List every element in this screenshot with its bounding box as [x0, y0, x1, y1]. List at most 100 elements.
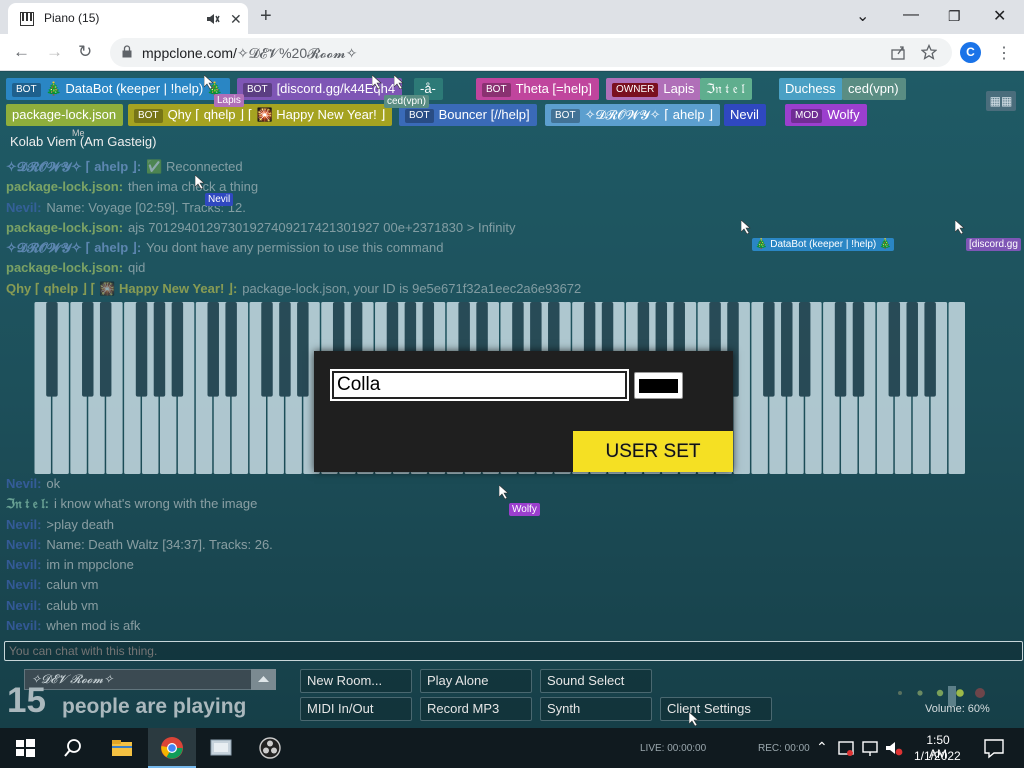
windows-start-icon[interactable] [13, 736, 37, 760]
chevron-up-icon[interactable]: ⌃ [816, 739, 828, 756]
play-alone-button[interactable]: Play Alone [420, 669, 532, 693]
chat-author[interactable]: Nevil: [6, 476, 41, 491]
clock-date[interactable]: 1/1/2022 [914, 749, 961, 763]
chat-author[interactable]: ✧𝓓𝓡𝓞𝓦𝓨✧ ⌈ ahelp ⌋: [6, 240, 141, 255]
chat-author[interactable]: Nevil: [6, 517, 41, 532]
chat-author[interactable]: Nevil: [6, 618, 41, 633]
piano-black-key[interactable] [798, 302, 811, 397]
user-pill[interactable]: BOT 🎄 DataBot (keeper | !help) 🎄 [6, 78, 230, 100]
color-picker[interactable] [634, 372, 683, 399]
tab-close-icon[interactable]: ✕ [230, 11, 242, 28]
back-icon[interactable]: ← [13, 42, 30, 62]
piano-black-key[interactable] [171, 302, 184, 397]
piano-black-key[interactable] [46, 302, 58, 397]
piano-black-key[interactable] [225, 302, 237, 397]
chat-author[interactable]: Nevil: [6, 557, 41, 572]
cursor-label-lapis: Lapis [214, 94, 244, 107]
menu-icon[interactable]: ⋮ [996, 43, 1012, 63]
user-name: Lapis [663, 81, 695, 96]
cursor-label-databot: 🎄 DataBot (keeper | !help) 🎄 [752, 238, 895, 251]
chat-author[interactable]: package-lock.json: [6, 179, 123, 194]
piano-black-key[interactable] [834, 302, 847, 397]
search-icon[interactable] [61, 736, 85, 760]
share-icon[interactable] [890, 44, 906, 60]
chat-author[interactable]: ✧𝓓𝓡𝓞𝓦𝓨✧ ⌈ ahelp ⌋: [6, 159, 141, 174]
user-pill[interactable]: OWNER Lapis [606, 78, 702, 100]
user-set-button[interactable]: USER SET [573, 431, 733, 472]
chat-author[interactable]: ℑ𝔫 𝔱 𝔢 𝔩: [6, 496, 49, 511]
restore-icon[interactable]: ❐ [948, 8, 961, 25]
room-select[interactable]: ✧𝓓𝓔𝓥 𝓡𝓸𝓸𝓶✧ [24, 669, 276, 690]
profile-avatar[interactable]: C [960, 42, 981, 63]
chat-text: ajs 70129401297301927409217421301927 00e… [128, 219, 516, 235]
browser-toolbar: ← → ↻ mppclone.com/✧𝓓𝓔𝓥%20𝓡𝓸𝓸𝓶✧ C ⋮ [0, 34, 1024, 71]
security-icon[interactable] [836, 736, 856, 760]
piano-black-key[interactable] [279, 302, 291, 397]
volume-muted-icon[interactable] [884, 736, 904, 760]
chat-author[interactable]: Nevil: [6, 537, 41, 552]
user-pill[interactable]: BOT Qhy ⌈ qhelp ⌋ ⌈ 🎇 Happy New Year! ⌋ [128, 104, 393, 126]
chat-text: im in mppclone [46, 557, 134, 573]
new-tab-icon[interactable]: + [260, 5, 272, 28]
room-select-arrow[interactable] [251, 669, 276, 690]
lock-icon[interactable] [122, 45, 132, 58]
notification-icon[interactable] [982, 736, 1006, 760]
user-pill[interactable]: ℑ𝔫 𝔱 𝔢 𝔩 [700, 78, 752, 100]
chat-text: >play death [46, 516, 114, 532]
star-icon[interactable] [921, 44, 937, 60]
network-icon[interactable] [860, 736, 880, 760]
piano-black-key[interactable] [135, 302, 148, 397]
sound-select-button[interactable]: Sound Select [540, 669, 652, 693]
chat-author[interactable]: Nevil: [6, 598, 41, 613]
layout-toggle-button[interactable]: ▦▦ [986, 91, 1016, 111]
obs-icon[interactable] [258, 736, 282, 760]
chat-author[interactable]: Nevil: [6, 577, 41, 592]
chat-author[interactable]: package-lock.json: [6, 220, 123, 235]
piano-black-key[interactable] [207, 302, 219, 397]
piano-black-key[interactable] [781, 302, 793, 397]
user-pill[interactable]: MOD Wolfy [785, 104, 867, 126]
user-pill[interactable]: package-lock.json [6, 104, 124, 126]
user-pill[interactable]: BOT Theta [=help] [476, 78, 599, 100]
address-bar[interactable]: mppclone.com/✧𝓓𝓔𝓥%20𝓡𝓸𝓸𝓶✧ [110, 38, 952, 67]
user-pill[interactable]: Duchess [779, 78, 843, 100]
piano-white-key[interactable] [948, 302, 965, 474]
user-role-badge: BOT [12, 83, 41, 97]
chat-input[interactable] [4, 641, 1023, 661]
reload-icon[interactable]: ↻ [78, 42, 92, 62]
piano-black-key[interactable] [99, 302, 112, 397]
piano-black-key[interactable] [153, 302, 166, 397]
midi-button[interactable]: MIDI In/Out [300, 697, 412, 721]
piano-black-key[interactable] [297, 302, 309, 397]
piano-black-key[interactable] [852, 302, 865, 397]
synth-button[interactable]: Synth [540, 697, 652, 721]
window-close-icon[interactable]: ✕ [993, 6, 1006, 26]
chat-text: i know what's wrong with the image [53, 496, 258, 512]
chat-author[interactable]: Qhy ⌈ qhelp ⌋ ⌈ 🎇 Happy New Year! ⌋: [6, 281, 237, 296]
new-room-button[interactable]: New Room... [300, 669, 412, 693]
username-input[interactable] [330, 369, 629, 401]
piano-black-key[interactable] [906, 302, 918, 397]
user-pill[interactable]: ced(vpn) [842, 78, 906, 100]
chat-author[interactable]: Nevil: [6, 200, 41, 215]
speaker-icon[interactable] [206, 12, 220, 26]
forward-icon[interactable]: → [46, 42, 63, 62]
user-pill[interactable]: Nevil [724, 104, 766, 126]
file-explorer-icon[interactable] [110, 736, 134, 760]
piano-black-key[interactable] [763, 302, 775, 397]
piano-black-key[interactable] [924, 302, 936, 397]
browser-tab[interactable]: Piano (15) ✕ [8, 3, 248, 34]
remote-desktop-icon[interactable] [209, 736, 233, 760]
piano-black-key[interactable] [82, 302, 94, 397]
record-mp3-button[interactable]: Record MP3 [420, 697, 532, 721]
client-settings-button[interactable]: Client Settings [660, 697, 772, 721]
obs-live-indicator: LIVE: 00:00:00 [640, 743, 707, 754]
minimize-icon[interactable]: — [903, 6, 919, 24]
piano-black-key[interactable] [261, 302, 273, 397]
piano-black-key[interactable] [888, 302, 901, 397]
chevron-down-icon[interactable]: ⌄ [856, 6, 869, 26]
user-name: Qhy ⌈ qhelp ⌋ ⌈ 🎇 Happy New Year! ⌋ [167, 107, 386, 122]
user-pill[interactable]: BOT ✧𝓓𝓡𝓞𝓦𝓨✧ ⌈ ahelp ⌋ [545, 104, 721, 126]
chat-author[interactable]: package-lock.json: [6, 260, 123, 275]
chrome-icon[interactable] [160, 736, 184, 760]
